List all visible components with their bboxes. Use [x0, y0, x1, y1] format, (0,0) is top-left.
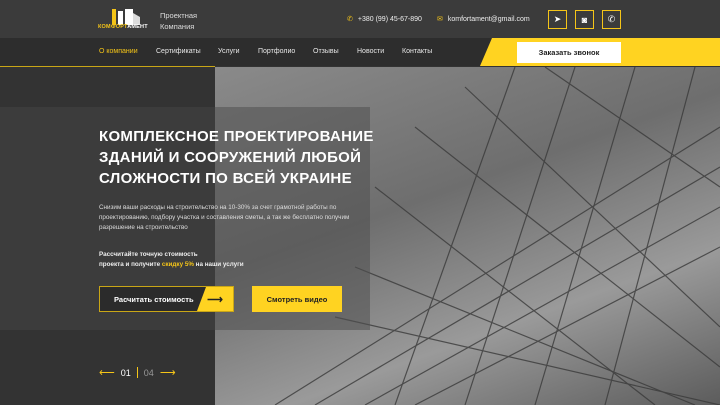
nav-item-reviews[interactable]: Отзывы — [313, 48, 339, 55]
telegram-icon[interactable]: ➤ — [548, 10, 567, 29]
next-arrow-icon[interactable]: ⟶ — [160, 366, 176, 379]
instagram-icon[interactable]: ◙ — [575, 10, 594, 29]
order-call-button[interactable]: Заказать звонок — [517, 42, 621, 63]
whatsapp-icon[interactable]: ✆ — [602, 10, 621, 29]
phone-icon: ✆ — [347, 16, 353, 23]
watch-video-button[interactable]: Смотреть видео — [252, 286, 342, 312]
pager-divider — [136, 367, 138, 378]
arrow-right-icon: ⟶ — [197, 287, 233, 311]
phone-text: +380 (99) 45-67-890 — [357, 15, 422, 23]
nav-item-services[interactable]: Услуги — [218, 48, 240, 55]
hero-title: КОМПЛЕКСНОЕ ПРОЕКТИРОВАНИЕ ЗДАНИЙ И СООР… — [99, 128, 374, 187]
nav-item-certificates[interactable]: Сертификаты — [156, 48, 201, 55]
email-text: komfortament@gmail.com — [447, 15, 530, 23]
hero-description: Снизим ваши расходы на строительство на … — [99, 204, 350, 231]
calculate-cost-button[interactable]: Расчитать стоимость ⟶ — [99, 286, 234, 312]
calculate-cost-label: Расчитать стоимость — [114, 294, 194, 304]
company-tagline: Проектная Компания — [160, 11, 198, 31]
mail-icon: ✉ — [437, 16, 443, 23]
email-link[interactable]: ✉ komfortament@gmail.com — [437, 15, 530, 24]
phone-link[interactable]: ✆ +380 (99) 45-67-890 — [347, 15, 422, 24]
logo-text: КОМФОРТАМЕНТ — [98, 24, 148, 30]
nav-item-news[interactable]: Новости — [357, 48, 384, 55]
prev-arrow-icon[interactable]: ⟵ — [99, 366, 115, 379]
nav-underline — [0, 66, 215, 67]
nav-item-about[interactable]: О компании — [99, 48, 138, 55]
total-slides: 04 — [143, 367, 154, 378]
slider-pager: ⟵ 01 04 ⟶ — [99, 366, 176, 379]
nav-item-contacts[interactable]: Контакты — [402, 48, 432, 55]
current-slide: 01 — [120, 367, 131, 378]
hero-offer: Рассчитайте точную стоимость проекта и по… — [99, 251, 244, 268]
nav-item-portfolio[interactable]: Портфолио — [258, 48, 295, 55]
